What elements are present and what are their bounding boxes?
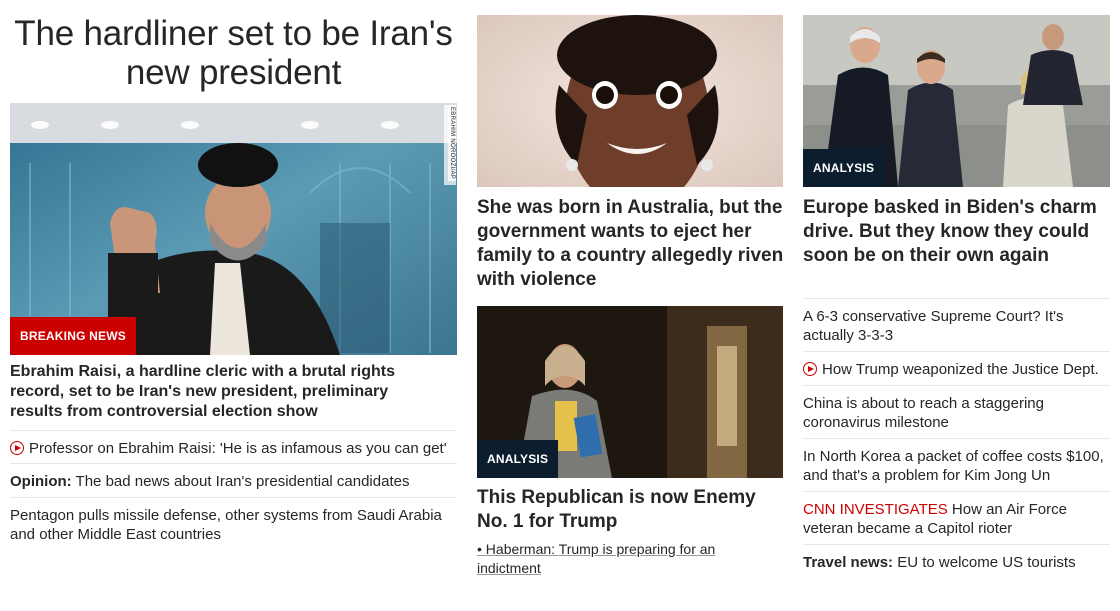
breaking-news-badge: BREAKING NEWS bbox=[10, 317, 136, 355]
link-text: How Trump weaponized the Justice Dept. bbox=[822, 361, 1099, 378]
link-text: The bad news about Iran's presidential c… bbox=[71, 473, 410, 490]
photo-credit: EBRAHIM NOROOZI/AP bbox=[448, 105, 456, 182]
haberman-link[interactable]: • Haberman: Trump is preparing for an in… bbox=[477, 540, 737, 578]
link-trump-justice[interactable]: How Trump weaponized the Justice Dept. bbox=[803, 351, 1110, 379]
link-travel-news[interactable]: Travel news: EU to welcome US tourists bbox=[803, 544, 1110, 572]
cnn-investigates-label: CNN INVESTIGATES bbox=[803, 501, 948, 518]
play-icon bbox=[803, 362, 817, 376]
link-text: China is about to reach a staggering cor… bbox=[803, 395, 1044, 431]
link-air-force-veteran[interactable]: CNN INVESTIGATES How an Air Force vetera… bbox=[803, 491, 1110, 538]
australia-story-title[interactable]: She was born in Australia, but the gover… bbox=[477, 196, 787, 292]
europe-story-title[interactable]: Europe basked in Biden's charm drive. Bu… bbox=[803, 196, 1110, 268]
link-text: In North Korea a packet of coffee costs … bbox=[803, 448, 1104, 484]
analysis-badge: ANALYSIS bbox=[477, 440, 559, 478]
link-supreme-court[interactable]: A 6-3 conservative Supreme Court? It's a… bbox=[803, 298, 1110, 345]
link-text: Professor on Ebrahim Raisi: 'He is as in… bbox=[29, 440, 447, 457]
link-text: A 6-3 conservative Supreme Court? It's a… bbox=[803, 308, 1064, 344]
link-text: Pentagon pulls missile defense, other sy… bbox=[10, 507, 442, 543]
main-story-title[interactable]: Ebrahim Raisi, a hardline cleric with a … bbox=[10, 362, 440, 422]
link-north-korea[interactable]: In North Korea a packet of coffee costs … bbox=[803, 438, 1110, 485]
raisi-photo[interactable]: EBRAHIM NOROOZI/AP BREAKING NEWS bbox=[10, 103, 457, 355]
lead-headline[interactable]: The hardliner set to be Iran's new presi… bbox=[10, 14, 457, 92]
link-china-coronavirus[interactable]: China is about to reach a staggering cor… bbox=[803, 385, 1110, 432]
link-pentagon[interactable]: Pentagon pulls missile defense, other sy… bbox=[10, 497, 457, 544]
republican-photo[interactable]: ANALYSIS bbox=[477, 306, 783, 478]
opinion-label: Opinion: bbox=[10, 473, 72, 490]
republican-story-title[interactable]: This Republican is now Enemy No. 1 for T… bbox=[477, 486, 783, 534]
travel-news-label: Travel news: bbox=[803, 554, 894, 571]
link-raisi-professor[interactable]: Professor on Ebrahim Raisi: 'He is as in… bbox=[10, 430, 457, 458]
link-opinion-iran[interactable]: Opinion: The bad news about Iran's presi… bbox=[10, 463, 457, 491]
girl-photo[interactable] bbox=[477, 15, 783, 187]
link-text: EU to welcome US tourists bbox=[893, 554, 1076, 571]
biden-europe-photo[interactable]: ANALYSIS bbox=[803, 15, 1110, 187]
analysis-badge: ANALYSIS bbox=[803, 149, 885, 187]
play-icon bbox=[10, 441, 24, 455]
